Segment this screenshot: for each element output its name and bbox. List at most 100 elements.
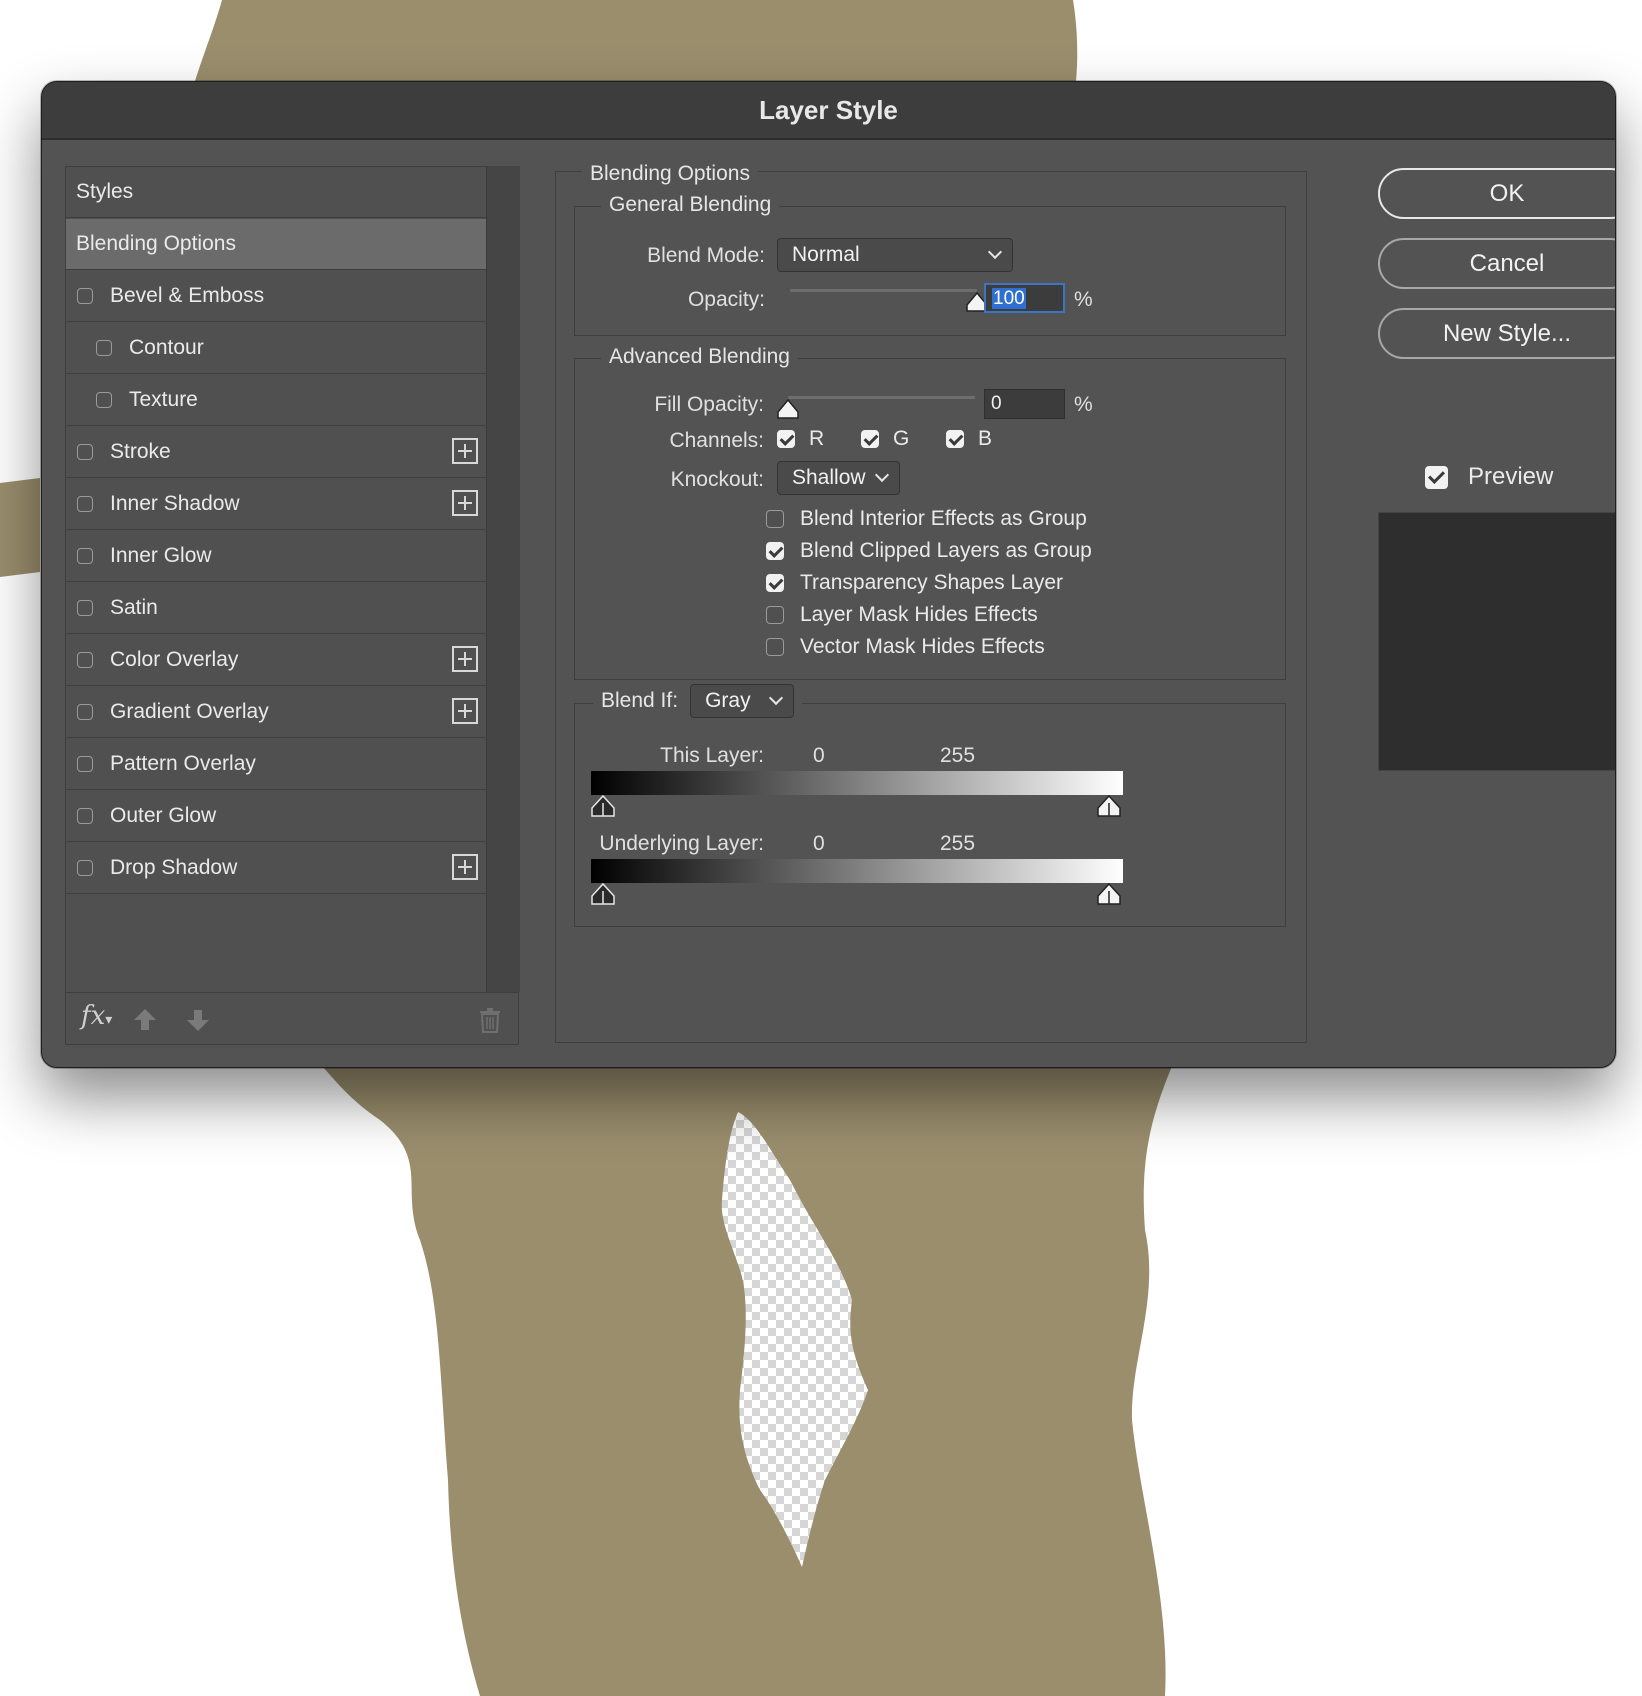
channel-r-checkbox[interactable] [777, 430, 795, 448]
style-item-stroke[interactable]: Stroke [66, 427, 486, 478]
style-item-inner-shadow[interactable]: Inner Shadow [66, 479, 486, 530]
texture-checkbox[interactable] [96, 392, 112, 408]
underlying-layer-black-thumb[interactable] [590, 883, 616, 905]
style-item-blending-options[interactable]: Blending Options [66, 219, 486, 270]
bevel-emboss-checkbox[interactable] [77, 288, 93, 304]
styles-footer: fx▾ [65, 992, 519, 1045]
trash-icon[interactable] [478, 1007, 502, 1033]
opacity-label: Opacity: [687, 288, 765, 311]
underlying-layer-label: Underlying Layer: [599, 832, 764, 855]
add-stroke-icon[interactable] [452, 438, 478, 464]
add-gradient-overlay-icon[interactable] [452, 698, 478, 724]
styles-scrollbar[interactable] [486, 166, 520, 992]
style-item-label: Color Overlay [110, 648, 239, 671]
inner-shadow-checkbox[interactable] [77, 496, 93, 512]
this-layer-black-thumb[interactable] [590, 795, 616, 817]
preview-checkbox[interactable] [1425, 465, 1448, 489]
style-item-inner-glow[interactable]: Inner Glow [66, 531, 486, 582]
fill-opacity-slider-track[interactable] [788, 396, 975, 399]
option-blend-interior-effects-as-group[interactable]: Blend Interior Effects as Group [766, 507, 1087, 531]
style-item-bevel-emboss[interactable]: Bevel & Emboss [66, 271, 486, 322]
move-down-icon[interactable] [185, 1007, 211, 1033]
this-layer-min: 0 [813, 744, 825, 767]
blend-interior-effects-as-group-checkbox[interactable] [766, 510, 784, 528]
add-inner-shadow-icon[interactable] [452, 490, 478, 516]
gradient-overlay-checkbox[interactable] [77, 704, 93, 720]
outer-glow-checkbox[interactable] [77, 808, 93, 824]
option-layer-mask-hides-effects[interactable]: Layer Mask Hides Effects [766, 603, 1038, 627]
style-item-label: Inner Glow [110, 544, 212, 567]
knockout-value: Shallow [792, 466, 866, 489]
fill-opacity-input[interactable]: 0 [984, 389, 1065, 419]
styles-header[interactable]: Styles [66, 167, 486, 218]
general-blending-title: General Blending [601, 193, 780, 217]
opacity-input[interactable]: 100 [984, 283, 1065, 313]
move-up-icon[interactable] [132, 1007, 158, 1033]
dialog-title: Layer Style [42, 82, 1615, 140]
preview-label: Preview [1468, 463, 1554, 490]
blend-mode-dropdown[interactable]: Normal [777, 238, 1013, 272]
channel-g[interactable]: G [861, 427, 909, 451]
blend-if-dropdown[interactable]: Gray [690, 684, 795, 718]
advanced-blending-group: Advanced Blending Fill Opacity: 0 % Chan… [574, 345, 1286, 680]
knockout-dropdown[interactable]: Shallow [777, 461, 900, 495]
channel-r-label: R [809, 427, 825, 450]
chevron-down-icon [987, 244, 1003, 260]
underlying-layer-white-thumb[interactable] [1096, 883, 1122, 905]
styles-header-label: Styles [76, 180, 134, 203]
channel-b[interactable]: B [946, 427, 992, 451]
underlying-layer-max: 255 [940, 832, 976, 855]
channel-g-checkbox[interactable] [861, 430, 879, 448]
style-item-label: Texture [129, 388, 198, 411]
this-layer-white-thumb[interactable] [1096, 795, 1122, 817]
blend-if-label: Blend If: [601, 689, 679, 712]
style-item-texture[interactable]: Texture [66, 375, 486, 426]
fill-opacity-slider-thumb[interactable] [776, 399, 800, 419]
option-vector-mask-hides-effects[interactable]: Vector Mask Hides Effects [766, 635, 1045, 659]
left-sliver [0, 478, 40, 577]
add-color-overlay-icon[interactable] [452, 646, 478, 672]
satin-checkbox[interactable] [77, 600, 93, 616]
option-blend-clipped-layers-as-group[interactable]: Blend Clipped Layers as Group [766, 539, 1092, 563]
styles-panel: Styles Blending Options Bevel & Emboss Con… [65, 166, 521, 1067]
style-item-gradient-overlay[interactable]: Gradient Overlay [66, 687, 486, 738]
styles-list: Styles Blending Options Bevel & Emboss Con… [65, 166, 487, 994]
channel-r[interactable]: R [777, 427, 824, 451]
style-item-drop-shadow[interactable]: Drop Shadow [66, 843, 486, 894]
style-item-outer-glow[interactable]: Outer Glow [66, 791, 486, 842]
color-overlay-checkbox[interactable] [77, 652, 93, 668]
option-transparency-shapes-layer[interactable]: Transparency Shapes Layer [766, 571, 1063, 595]
add-drop-shadow-icon[interactable] [452, 854, 478, 880]
style-item-label: Inner Shadow [110, 492, 240, 515]
fx-label: fx [81, 1001, 106, 1031]
this-layer-gradient[interactable] [591, 771, 1123, 795]
underlying-layer-gradient[interactable] [591, 859, 1123, 883]
new-style-button[interactable]: New Style... [1378, 308, 1615, 359]
style-item-label: Bevel & Emboss [110, 284, 265, 307]
option-label: Vector Mask Hides Effects [800, 635, 1045, 658]
opacity-unit: % [1074, 288, 1093, 311]
drop-shadow-checkbox[interactable] [77, 860, 93, 876]
cancel-button[interactable]: Cancel [1378, 238, 1615, 289]
fx-icon[interactable]: fx▾ [81, 1001, 112, 1031]
preview-toggle[interactable]: Preview [1425, 463, 1553, 491]
layer-mask-hides-effects-checkbox[interactable] [766, 606, 784, 624]
ok-button[interactable]: OK [1378, 168, 1615, 219]
style-item-label: Stroke [110, 440, 171, 463]
transparency-shapes-layer-checkbox[interactable] [766, 574, 784, 592]
layer-style-dialog: Layer Style Styles Blending Options Bevel… [41, 81, 1616, 1068]
style-item-satin[interactable]: Satin [66, 583, 486, 634]
blend-clipped-layers-as-group-checkbox[interactable] [766, 542, 784, 560]
blend-mode-label: Blend Mode: [647, 244, 765, 267]
stroke-checkbox[interactable] [77, 444, 93, 460]
contour-checkbox[interactable] [96, 340, 112, 356]
pattern-overlay-checkbox[interactable] [77, 756, 93, 772]
opacity-slider-track[interactable] [790, 289, 977, 292]
channel-b-checkbox[interactable] [946, 430, 964, 448]
vector-mask-hides-effects-checkbox[interactable] [766, 638, 784, 656]
style-item-color-overlay[interactable]: Color Overlay [66, 635, 486, 686]
style-item-pattern-overlay[interactable]: Pattern Overlay [66, 739, 486, 790]
inner-glow-checkbox[interactable] [77, 548, 93, 564]
style-item-contour[interactable]: Contour [66, 323, 486, 374]
advanced-blending-title: Advanced Blending [601, 345, 798, 369]
